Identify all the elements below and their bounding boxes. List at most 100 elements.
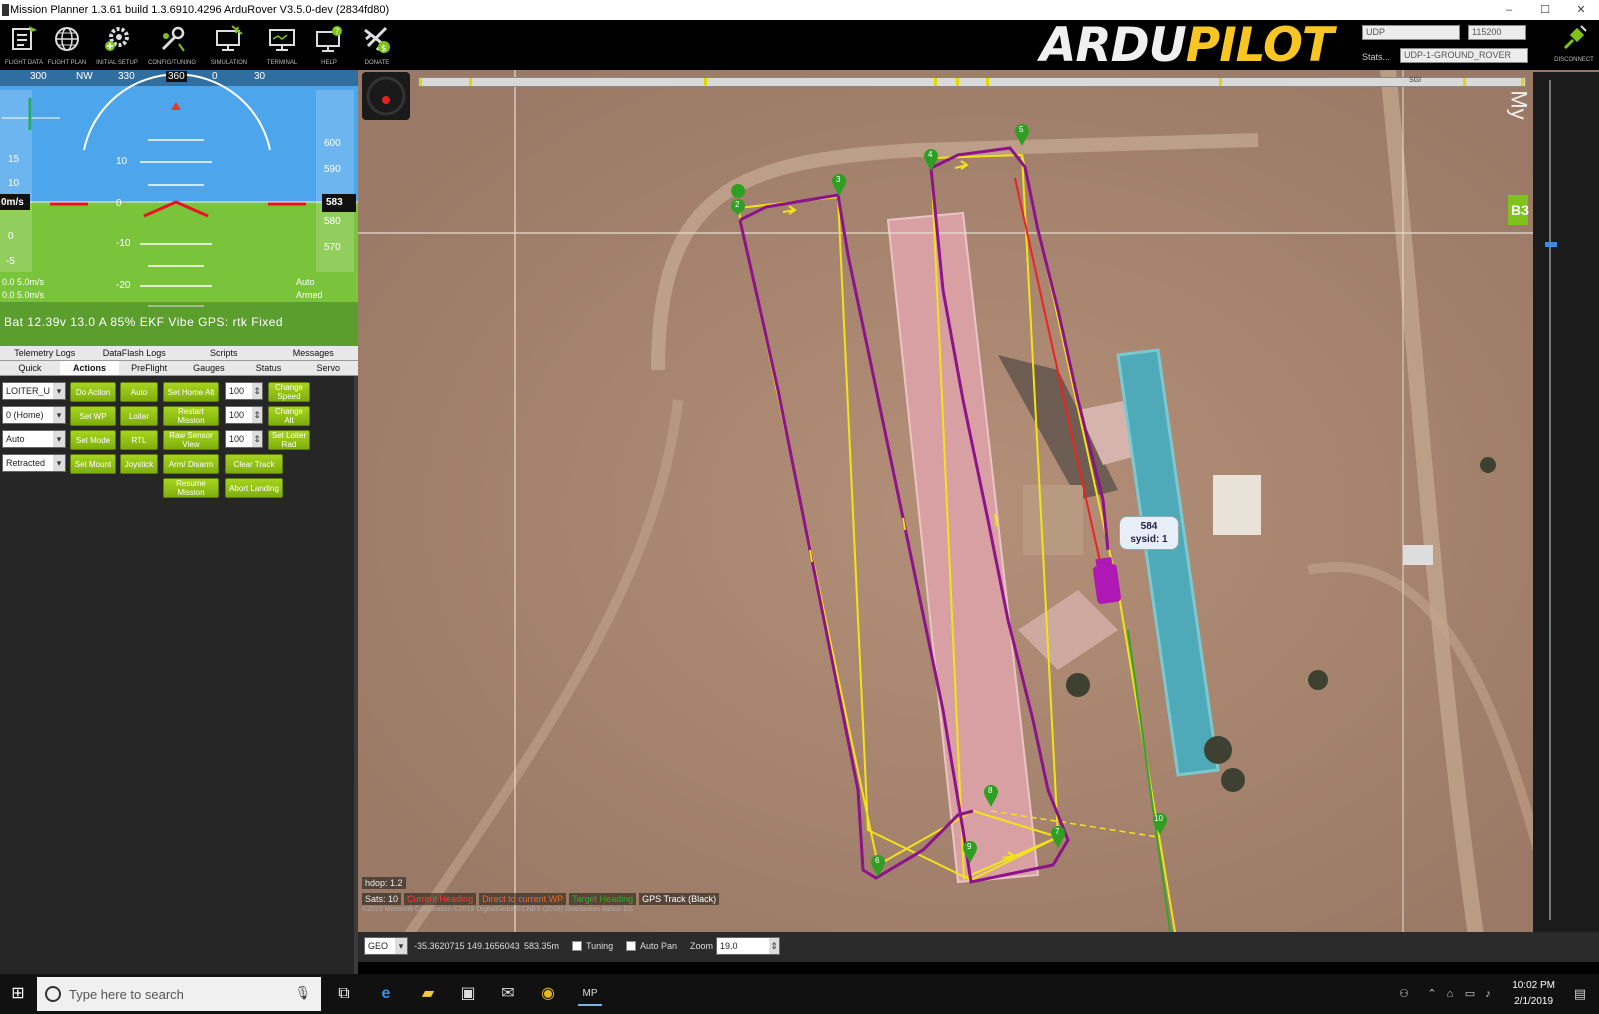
tab-dataflash-logs[interactable]: DataFlash Logs: [90, 346, 180, 360]
tab-row-2: Quick Actions PreFlight Gauges Status Se…: [0, 361, 358, 376]
map-status-overlay: hdop: 1.2 Sats: 10 Current Heading Direct …: [362, 877, 722, 927]
donate-button[interactable]: $ DONATE: [353, 22, 401, 68]
tab-scripts[interactable]: Scripts: [179, 346, 269, 360]
stats-link[interactable]: Stats...: [1362, 52, 1390, 62]
tab-servo[interactable]: Servo: [298, 361, 358, 375]
chrome-icon[interactable]: ◉: [536, 982, 560, 1006]
map-view[interactable]: 584 sysid: 1 2 3 4 5 6 7 8 9 10 B3 My: [358, 70, 1599, 952]
sats-text: Sats: 10: [362, 893, 402, 905]
connection-type-select[interactable]: UDP: [1362, 25, 1460, 40]
edge-icon[interactable]: e: [374, 982, 398, 1006]
legend-gps-track: GPS Track (Black): [639, 893, 720, 905]
help-button[interactable]: ? HELP: [305, 22, 353, 68]
file-explorer-icon[interactable]: ▰: [416, 982, 440, 1006]
logo-pilot: PILOT: [1185, 18, 1334, 73]
hud-display: 300 NW 330 360 0 30 10 0 -10 -20 15 10 0…: [0, 70, 358, 346]
mode-text: Auto: [296, 277, 315, 287]
loiter-button[interactable]: Loiter: [120, 406, 158, 426]
set-mode-button[interactable]: Set Mode: [70, 430, 116, 450]
config-tuning-button[interactable]: CONFIG/TUNING: [148, 22, 196, 68]
left-info-2: 0.0 5.0m/s: [2, 290, 45, 300]
baud-select[interactable]: 115200: [1468, 25, 1526, 40]
tab-gauges[interactable]: Gauges: [179, 361, 239, 375]
mission-track-bar[interactable]: SGI: [418, 77, 1526, 87]
coord-system-select[interactable]: GEO: [364, 937, 408, 955]
store-icon[interactable]: ▣: [456, 982, 480, 1006]
tab-status[interactable]: Status: [239, 361, 299, 375]
tab-messages[interactable]: Messages: [269, 346, 359, 360]
clear-track-button[interactable]: Clear Track: [225, 454, 283, 474]
initial-setup-button[interactable]: INITIAL SETUP: [93, 22, 141, 68]
zoom-slider-handle[interactable]: [1545, 242, 1557, 247]
mode-select[interactable]: Auto: [2, 430, 66, 448]
track-label: SGI: [1409, 77, 1422, 84]
pitch-label: 10: [116, 156, 128, 167]
do-action-button[interactable]: Do Action: [70, 382, 116, 402]
minimize-button[interactable]: –: [1491, 0, 1527, 20]
maximize-button[interactable]: ☐: [1527, 0, 1563, 20]
plane-dollar-icon: $: [364, 26, 390, 54]
autopan-checkbox[interactable]: [626, 941, 636, 951]
speed-tick: 15: [8, 154, 20, 165]
waypoint-select[interactable]: 0 (Home): [2, 406, 66, 424]
control-panel: Telemetry Logs DataFlash Logs Scripts Me…: [0, 346, 358, 974]
alt-tick: 580: [324, 216, 341, 227]
simulation-button[interactable]: SIMULATION: [205, 22, 253, 68]
arm-disarm-button[interactable]: Arm/ Disarm: [163, 454, 219, 474]
set-wp-button[interactable]: Set WP: [70, 406, 116, 426]
taskbar-clock[interactable]: 10:02 PM 2/1/2019: [1512, 978, 1555, 1010]
mail-icon[interactable]: ✉: [496, 982, 520, 1006]
volume-icon[interactable]: ♪: [1476, 982, 1500, 1006]
change-speed-button[interactable]: Change Speed: [268, 382, 310, 402]
legend-current-heading: Current Heading: [404, 893, 477, 905]
tab-quick[interactable]: Quick: [0, 361, 60, 375]
auto-button[interactable]: Auto: [120, 382, 158, 402]
people-icon[interactable]: ⚇: [1392, 982, 1416, 1006]
vehicle-select[interactable]: UDP-1-GROUND_ROVER: [1400, 48, 1528, 63]
change-alt-button[interactable]: Change Alt: [268, 406, 310, 426]
tab-preflight[interactable]: PreFlight: [119, 361, 179, 375]
loiter-rad-input[interactable]: 100: [225, 430, 263, 448]
terminal-button[interactable]: TERMINAL: [258, 22, 306, 68]
taskbar-search[interactable]: Type here to search 🎙: [37, 977, 321, 1011]
flight-data-button[interactable]: FLIGHT DATA: [0, 22, 48, 68]
close-button[interactable]: ✕: [1563, 0, 1599, 20]
windows-taskbar: ⊞ Type here to search 🎙 ⧉ e ▰ ▣ ✉ ◉ MP ⚇…: [0, 974, 1599, 1014]
flight-plan-button[interactable]: FLIGHT PLAN: [43, 22, 91, 68]
left-info-1: 0.0 5.0m/s: [2, 277, 45, 287]
set-home-alt-button[interactable]: Set Home Alt: [163, 382, 219, 402]
windows-start-icon[interactable]: ⊞: [6, 982, 30, 1006]
set-loiter-rad-button[interactable]: Set Loiter Rad: [268, 430, 310, 450]
microphone-icon[interactable]: 🎙: [294, 985, 311, 1001]
compass-widget[interactable]: [362, 72, 410, 120]
restart-mission-button[interactable]: Restart Mission: [163, 406, 219, 426]
tab-actions[interactable]: Actions: [59, 361, 120, 375]
terminal-label: TERMINAL: [266, 60, 298, 66]
mount-select[interactable]: Retracted: [2, 454, 66, 472]
tab-telemetry-logs[interactable]: Telemetry Logs: [0, 346, 90, 360]
zoom-input[interactable]: 19.0: [716, 937, 780, 955]
tab-row-1: Telemetry Logs DataFlash Logs Scripts Me…: [0, 346, 358, 361]
mission-planner-taskbar-icon[interactable]: MP: [578, 982, 602, 1006]
alt-input[interactable]: 100: [225, 406, 263, 424]
task-view-icon[interactable]: ⧉: [332, 982, 356, 1006]
abort-landing-button[interactable]: Abort Landing: [225, 478, 283, 498]
zoom-slider-track[interactable]: [1549, 80, 1551, 920]
action-select[interactable]: LOITER_U: [2, 382, 66, 400]
wp-number: 7: [1055, 827, 1060, 836]
rtl-button[interactable]: RTL: [120, 430, 158, 450]
simulation-label: SIMULATION: [210, 60, 248, 66]
disconnect-button[interactable]: DISCONNECT: [1550, 22, 1598, 68]
speed-input[interactable]: 100: [225, 382, 263, 400]
autopan-label: Auto Pan: [640, 941, 678, 951]
heading-tick: NW: [76, 71, 93, 82]
set-mount-button[interactable]: Set Mount: [70, 454, 116, 474]
map-canvas[interactable]: [358, 70, 1599, 952]
tuning-checkbox[interactable]: [572, 941, 582, 951]
resume-mission-button[interactable]: Resume Mission: [163, 478, 219, 498]
notifications-icon[interactable]: ▤: [1568, 982, 1592, 1006]
wp-number: 8: [988, 786, 993, 795]
raw-sensor-view-button[interactable]: Raw Sensor View: [163, 430, 219, 450]
joystick-button[interactable]: Joystick: [120, 454, 158, 474]
legend-target-heading: Target Heading: [569, 893, 637, 905]
